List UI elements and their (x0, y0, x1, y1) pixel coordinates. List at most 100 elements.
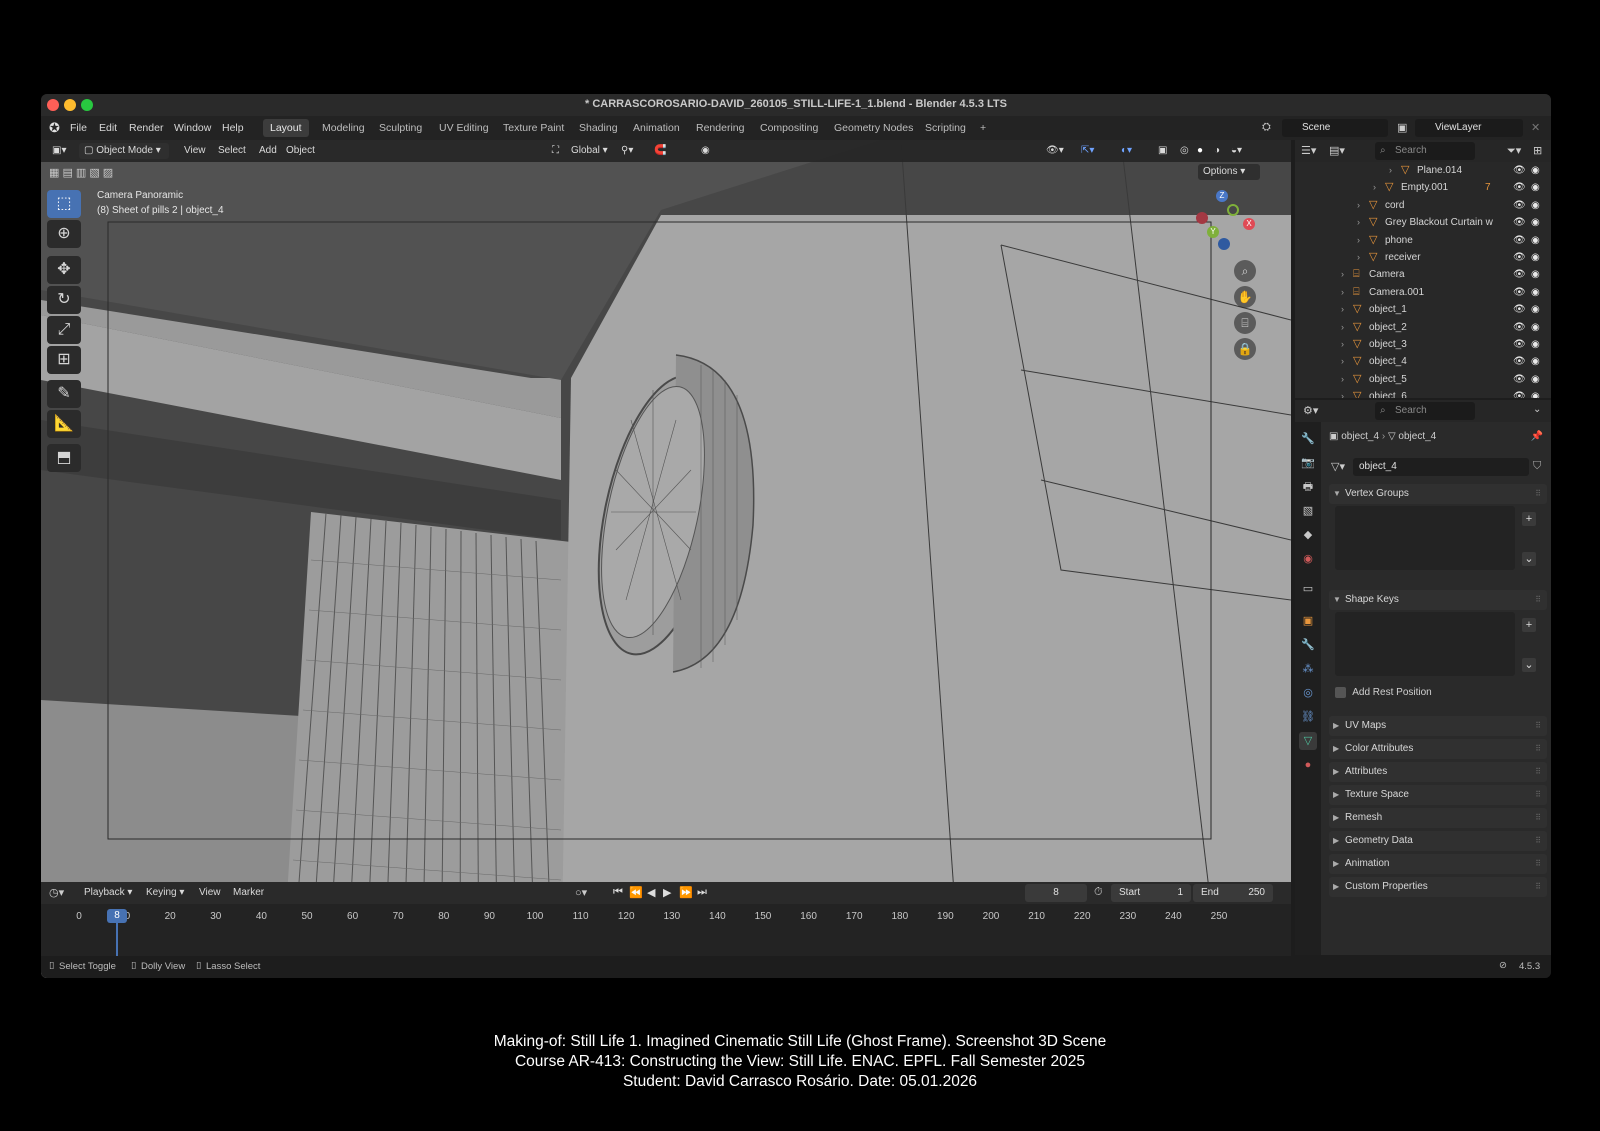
visibility-eye-icon[interactable]: 👁 (1513, 266, 1526, 283)
custom-properties-panel[interactable]: ▶ Custom Properties ⠿ (1329, 877, 1547, 897)
render-camera-icon[interactable]: ◉ (1531, 301, 1540, 318)
chevron-down-icon[interactable]: ⌄ (1533, 404, 1541, 415)
drag-handle-icon[interactable]: ⠿ (1535, 831, 1541, 851)
selection-mode-icons[interactable]: ▦ ▤ ▥ ▧ ▨ (49, 166, 113, 179)
drag-handle-icon[interactable]: ⠿ (1535, 739, 1541, 759)
menu-view[interactable]: View (194, 885, 226, 901)
view-layer-icon[interactable]: ▣ (1397, 121, 1407, 134)
shape-keys-list[interactable] (1335, 612, 1515, 676)
xray-toggle-icon[interactable]: ▣ (1153, 143, 1172, 159)
outliner-item[interactable]: › ⌸ Camera.001 👁 ◉ (1295, 284, 1551, 301)
menu-edit[interactable]: Edit (99, 122, 117, 134)
gizmo-neg-x[interactable] (1196, 212, 1208, 224)
move-tool-icon[interactable]: ✥ (47, 256, 81, 284)
outliner-item[interactable]: › ▽ object_2 👁 ◉ (1295, 319, 1551, 336)
visibility-eye-icon[interactable]: 👁 (1513, 162, 1526, 179)
navigation-gizmo[interactable]: Z X Y (1191, 190, 1261, 260)
drag-handle-icon[interactable]: ⠿ (1535, 854, 1541, 874)
pin-icon[interactable]: 📌 (1531, 428, 1543, 446)
add-vertex-group-button[interactable]: + (1522, 512, 1536, 526)
menu-view[interactable]: View (179, 143, 211, 159)
render-camera-icon[interactable]: ◉ (1531, 388, 1540, 398)
visibility-eye-icon[interactable]: 👁 (1513, 232, 1526, 249)
mesh-data-tab-icon[interactable]: ▽ (1299, 732, 1317, 750)
render-camera-icon[interactable]: ◉ (1531, 319, 1540, 336)
visibility-eye-icon[interactable]: 👁 (1513, 214, 1526, 231)
play-icon[interactable]: ▶ (663, 886, 671, 899)
outliner-item[interactable]: › ▽ object_1 👁 ◉ (1295, 301, 1551, 318)
mesh-data-browse-icon[interactable]: ▽▾ (1331, 460, 1345, 473)
tab-geometry-nodes[interactable]: Geometry Nodes (827, 119, 920, 137)
add-rest-position-checkbox[interactable] (1335, 686, 1346, 698)
mesh-data-name-field[interactable]: object_4 (1353, 458, 1529, 476)
tab-modeling[interactable]: Modeling (315, 119, 372, 137)
visibility-eye-icon[interactable]: 👁 (1513, 371, 1526, 388)
menu-select[interactable]: Select (213, 143, 251, 159)
measure-tool-icon[interactable]: 📐 (47, 410, 81, 438)
outliner-item[interactable]: › ▽ Empty.001 7 👁 ◉ (1295, 179, 1551, 196)
chevron-right-icon[interactable]: › (1389, 162, 1392, 179)
color-attributes-panel[interactable]: ▶ Color Attributes ⠿ (1329, 739, 1547, 759)
gizmo-z-axis[interactable]: Z (1216, 190, 1228, 202)
new-collection-icon[interactable]: ⊞ (1533, 144, 1542, 157)
render-camera-icon[interactable]: ◉ (1531, 371, 1540, 388)
end-frame-field[interactable]: End 250 (1193, 884, 1273, 902)
render-camera-icon[interactable]: ◉ (1531, 232, 1540, 249)
tab-texture-paint[interactable]: Texture Paint (496, 119, 571, 137)
shape-key-menu-button[interactable]: ⌄ (1522, 658, 1536, 672)
auto-keying-icon[interactable]: ○▾ (575, 886, 587, 899)
options-dropdown[interactable]: Options ▾ (1198, 164, 1260, 180)
add-rest-position-row[interactable]: Add Rest Position (1335, 686, 1432, 700)
camera-view-icon[interactable]: ⌸ (1234, 312, 1256, 334)
output-tab-icon[interactable]: 🖶 (1299, 478, 1317, 496)
object-tab-icon[interactable]: ▣ (1299, 612, 1317, 630)
jump-keyframe-back-icon[interactable]: ⏪ (629, 886, 643, 899)
chevron-right-icon[interactable]: › (1341, 388, 1344, 398)
start-frame-field[interactable]: Start 1 (1111, 884, 1191, 902)
menu-file[interactable]: File (70, 122, 87, 134)
editor-type-icon[interactable]: ☰▾ (1301, 144, 1316, 157)
chevron-right-icon[interactable]: › (1341, 371, 1344, 388)
add-shape-key-button[interactable]: + (1522, 618, 1536, 632)
outliner-item[interactable]: › ⌸ Camera 👁 ◉ (1295, 266, 1551, 283)
chevron-right-icon[interactable]: › (1357, 214, 1360, 231)
filter-icon[interactable]: ⏷▾ (1507, 144, 1521, 158)
chevron-right-icon[interactable]: › (1341, 336, 1344, 353)
attributes-panel[interactable]: ▶ Attributes ⠿ (1329, 762, 1547, 782)
jump-keyframe-forward-icon[interactable]: ⏩ (679, 886, 693, 899)
drag-handle-icon[interactable]: ⠿ (1535, 785, 1541, 805)
remesh-panel[interactable]: ▶ Remesh ⠿ (1329, 808, 1547, 828)
mode-selector[interactable]: ▢ Object Mode ▾ (79, 143, 169, 159)
outliner-item[interactable]: › ▽ object_6 👁 ◉ (1295, 388, 1551, 398)
render-camera-icon[interactable]: ◉ (1531, 353, 1540, 370)
visibility-icon[interactable]: 👁▾ (1041, 143, 1069, 159)
playhead-frame-badge[interactable]: 8 (107, 909, 127, 923)
shading-solid-icon[interactable]: ● (1192, 143, 1208, 159)
menu-keying[interactable]: Keying ▾ (141, 885, 189, 901)
constraints-tab-icon[interactable]: ⛓ (1299, 708, 1317, 726)
jump-start-icon[interactable]: ⏮ (613, 886, 623, 899)
visibility-eye-icon[interactable]: 👁 (1513, 319, 1526, 336)
modifier-tab-icon[interactable]: 🔧 (1299, 636, 1317, 654)
vertex-groups-list[interactable] (1335, 506, 1515, 570)
drag-handle-icon[interactable]: ⠿ (1535, 762, 1541, 782)
outliner-item[interactable]: › ▽ object_3 👁 ◉ (1295, 336, 1551, 353)
drag-handle-icon[interactable]: ⠿ (1535, 484, 1541, 504)
scene-selector[interactable]: Scene (1282, 119, 1388, 137)
drag-handle-icon[interactable]: ⠿ (1535, 877, 1541, 897)
physics-tab-icon[interactable]: ◎ (1299, 684, 1317, 702)
blender-logo-icon[interactable]: ✪ (49, 120, 60, 136)
chevron-right-icon[interactable]: › (1341, 284, 1344, 301)
world-tab-icon[interactable]: ◉ (1299, 550, 1317, 568)
outliner-item[interactable]: › ▽ object_5 👁 ◉ (1295, 371, 1551, 388)
view-layer-tab-icon[interactable]: ▧ (1299, 502, 1317, 520)
tab-sculpting[interactable]: Sculpting (372, 119, 429, 137)
properties-search[interactable]: ⌕ Search (1375, 402, 1475, 420)
tab-rendering[interactable]: Rendering (689, 119, 751, 137)
outliner-item[interactable]: › ▽ cord 👁 ◉ (1295, 197, 1551, 214)
pan-hand-icon[interactable]: ✋ (1234, 286, 1256, 308)
gizmo-neg-z[interactable] (1218, 238, 1230, 250)
menu-playback[interactable]: Playback ▾ (79, 885, 137, 901)
visibility-eye-icon[interactable]: 👁 (1513, 179, 1526, 196)
drag-handle-icon[interactable]: ⠿ (1535, 808, 1541, 828)
